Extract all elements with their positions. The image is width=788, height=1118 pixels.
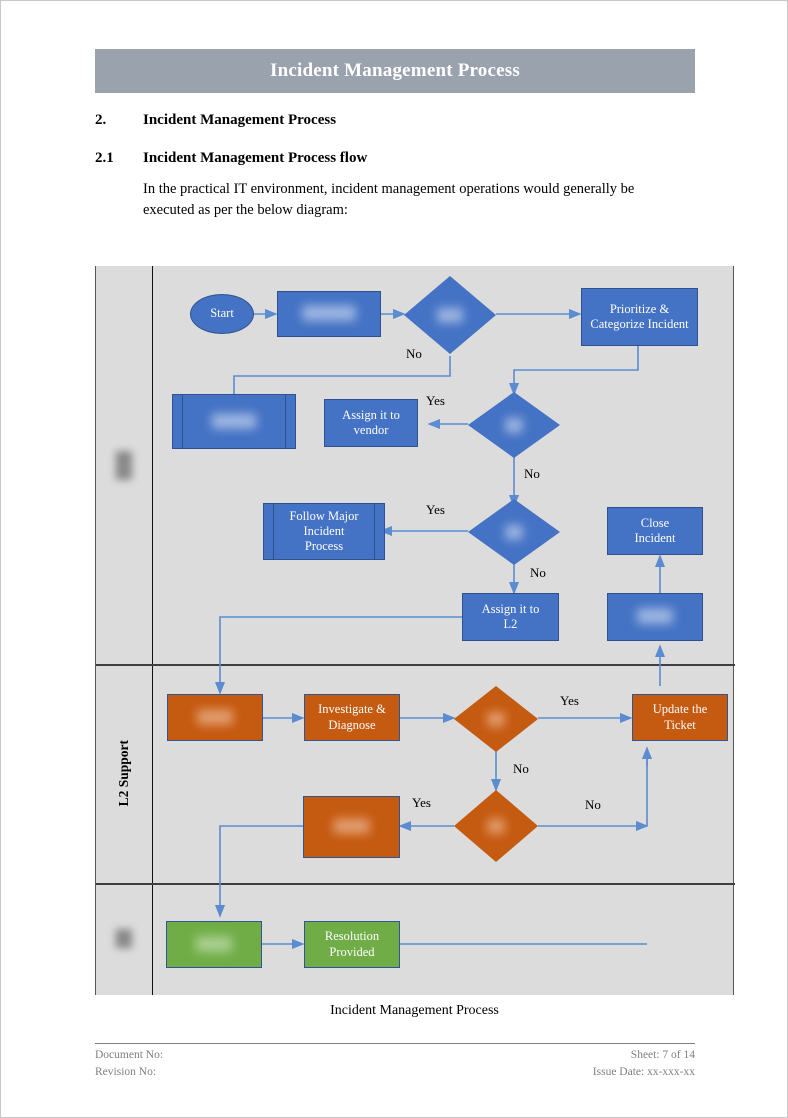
intro-paragraph: In the practical IT environment, inciden… xyxy=(143,181,635,219)
heading-2-text: Incident Management Process xyxy=(143,112,337,128)
node-predefined-process-left-label: █████ xyxy=(211,413,257,428)
lane-label-2-text: L2 Support xyxy=(116,740,131,807)
node-escalate-box-label: ████ xyxy=(333,819,370,834)
page-banner: Incident Management Process xyxy=(95,49,695,93)
node-decision-escalate-label: ██ xyxy=(487,818,505,833)
footer-revision-no: Revision No: xyxy=(95,1065,157,1078)
lane-label-3: ██ xyxy=(96,883,152,995)
node-predefined-process-left[interactable]: █████ xyxy=(172,394,296,449)
edge-label-yes-major: Yes xyxy=(426,502,445,517)
node-assign-vendor-label: Assign it to vendor xyxy=(342,407,400,437)
node-prioritize-categorize[interactable]: Prioritize & Categorize Incident xyxy=(581,288,698,346)
node-log-incident-label: ██████ xyxy=(302,306,356,321)
edge-label-no-vendor: No xyxy=(524,466,540,481)
node-l2-receive[interactable]: ████ xyxy=(167,694,263,741)
edge-label-yes-vendor: Yes xyxy=(426,393,445,408)
page-footer: Document No: Sheet: 7 of 14 Revision No:… xyxy=(95,1043,695,1080)
node-resolution-provided-label: Resolution Provided xyxy=(324,929,380,959)
node-log-incident[interactable]: ██████ xyxy=(277,291,381,337)
edge-label-no-resolved: No xyxy=(513,761,529,776)
node-follow-major-incident-process[interactable]: Follow Major Incident Process xyxy=(263,503,385,560)
edge-label-yes-resolved: Yes xyxy=(560,693,579,708)
node-decision-escalate[interactable]: ██ xyxy=(454,790,538,862)
lane-label-1: ███ xyxy=(96,266,152,664)
edge-label-no-escalate: No xyxy=(585,797,601,812)
node-confirm-box[interactable]: ████ xyxy=(607,593,703,641)
node-decision-1[interactable]: ███ xyxy=(404,276,496,354)
node-assign-l2-label: Assign it to L2 xyxy=(481,601,540,631)
node-decision-major-label: ██ xyxy=(505,524,523,539)
node-l2-receive-label: ████ xyxy=(197,709,233,724)
footer-sheet: Sheet: 7 of 14 xyxy=(630,1049,695,1061)
node-decision-resolved-label: ██ xyxy=(487,711,505,726)
node-prioritize-label: Prioritize & Categorize Incident xyxy=(590,301,689,331)
node-decision-vendor-label: ██ xyxy=(505,417,523,432)
document-page: Incident Management Process 2. Incident M… xyxy=(0,0,788,1118)
edge-label-yes-escalate: Yes xyxy=(412,795,431,810)
lane-label-3-text: ██ xyxy=(116,929,131,949)
node-assign-l2[interactable]: Assign it to L2 xyxy=(462,593,559,641)
node-close-incident[interactable]: Close Incident xyxy=(607,507,703,555)
node-update-ticket-label: Update the Ticket xyxy=(652,702,708,732)
node-start[interactable]: Start xyxy=(190,294,254,334)
node-green-left[interactable]: ████ xyxy=(166,921,262,968)
diagram-caption: Incident Management Process xyxy=(330,1003,499,1018)
lane-label-1-text: ███ xyxy=(116,450,131,480)
heading-3-number: 2.1 xyxy=(95,150,114,166)
heading-level-2: 2. Incident Management Process xyxy=(95,111,695,129)
lane-divider-2 xyxy=(96,883,735,885)
node-update-ticket[interactable]: Update the Ticket xyxy=(632,694,728,741)
lane-label-2: L2 Support xyxy=(96,664,152,883)
node-decision-vendor[interactable]: ██ xyxy=(468,392,560,458)
edge-label-no-major: No xyxy=(530,565,546,580)
node-investigate-label: Investigate & Diagnose xyxy=(318,702,386,732)
node-escalate-box[interactable]: ████ xyxy=(303,796,400,858)
node-confirm-box-label: ████ xyxy=(637,609,673,624)
edge-label-no-1: No xyxy=(406,346,422,361)
flowchart-container: ███ L2 Support ██ Start ██████ ███ Prior… xyxy=(95,266,735,995)
heading-level-3: 2.1 Incident Management Process flow xyxy=(95,149,695,167)
node-decision-1-label: ███ xyxy=(437,307,463,322)
banner-title: Incident Management Process xyxy=(270,60,520,81)
lane-divider-1 xyxy=(96,664,735,666)
heading-2-number: 2. xyxy=(95,112,107,128)
node-decision-major[interactable]: ██ xyxy=(468,499,560,565)
lane-header-divider xyxy=(152,266,153,995)
node-resolution-provided[interactable]: Resolution Provided xyxy=(304,921,400,968)
node-green-left-label: ████ xyxy=(196,936,232,951)
node-close-incident-label: Close Incident xyxy=(634,515,676,545)
node-investigate-diagnose[interactable]: Investigate & Diagnose xyxy=(304,694,400,741)
footer-document-no: Document No: xyxy=(95,1049,164,1061)
heading-3-text: Incident Management Process flow xyxy=(143,150,368,166)
node-follow-major-label: Follow Major Incident Process xyxy=(289,508,359,554)
node-decision-resolved[interactable]: ██ xyxy=(454,686,538,752)
node-assign-vendor[interactable]: Assign it to vendor xyxy=(324,399,418,447)
node-start-label: Start xyxy=(210,306,234,321)
footer-issue-date: Issue Date: xx-xxx-xx xyxy=(592,1065,695,1078)
